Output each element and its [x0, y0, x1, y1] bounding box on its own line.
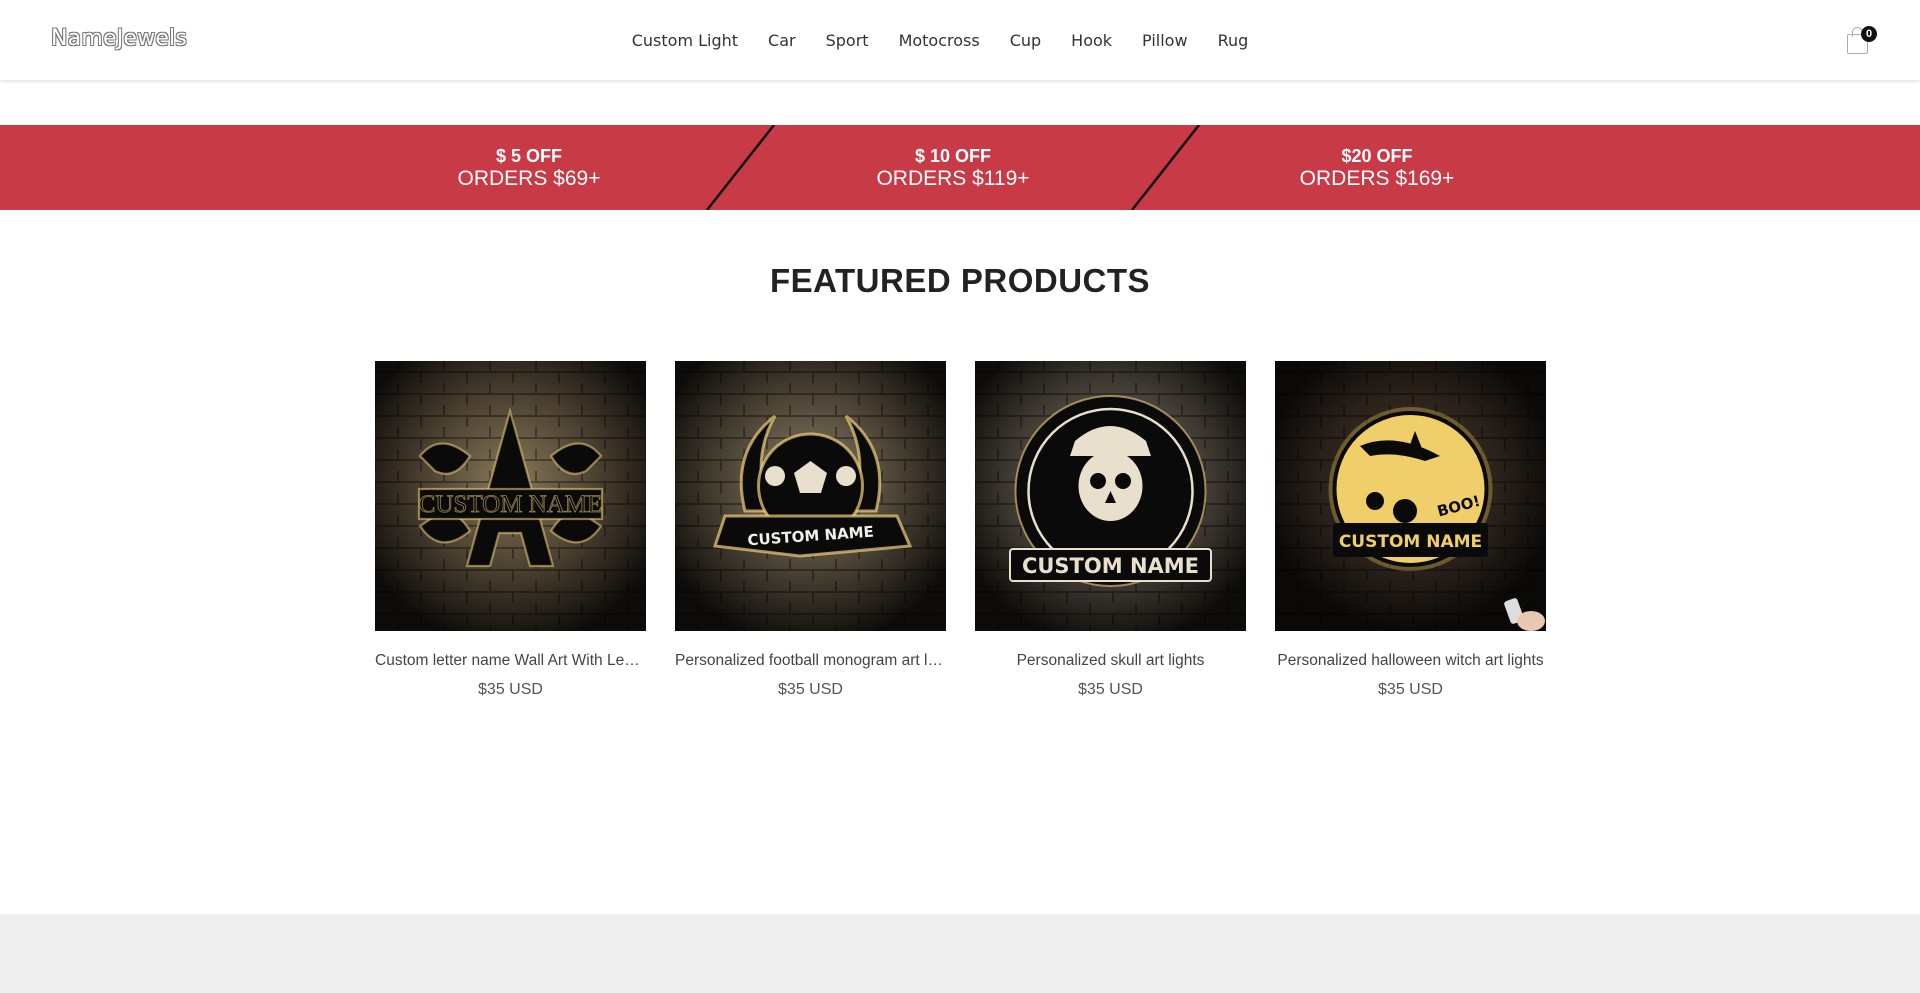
product-price: $35 USD [478, 681, 543, 698]
product-image: CUSTOM NAME [975, 361, 1246, 631]
product-card: CUSTOM NAME Personalized skull art light… [975, 361, 1246, 699]
product-image-text: CUSTOM NAME [1339, 532, 1482, 552]
product-card: CUSTOM NAME Custom letter name Wall Art … [375, 361, 646, 699]
product-card: CUSTOM NAME Personalized football monogr… [675, 361, 946, 699]
product-image-link[interactable]: CUSTOM NAME [375, 361, 646, 631]
site-header: NameJewels Custom Light Car Sport Motocr… [0, 0, 1920, 80]
promo-tier-3-threshold: ORDERS $169+ [1299, 167, 1455, 190]
site-logo[interactable]: NameJewels [51, 26, 187, 51]
product-image-link[interactable]: CUSTOM NAME [975, 361, 1246, 631]
cart-button[interactable]: 0 [1845, 26, 1877, 56]
nav-item-car[interactable]: Car [768, 31, 796, 50]
product-image: CUSTOM NAME BOO! [1275, 361, 1546, 631]
promo-tier-2-threshold: ORDERS $119+ [876, 167, 1030, 190]
promo-tier-2-discount: $ 10 OFF [914, 146, 992, 166]
site-footer [0, 914, 1920, 993]
product-image-link[interactable]: CUSTOM NAME [675, 361, 946, 631]
promo-tier-2: $ 10 OFF ORDERS $119+ [803, 146, 1103, 191]
product-price: $35 USD [1078, 681, 1143, 698]
promo-tier-1-threshold: ORDERS $69+ [457, 167, 601, 190]
product-title[interactable]: Personalized football monogram art light… [675, 652, 946, 670]
promo-tier-3-discount: $20 OFF [1341, 146, 1413, 166]
promo-banner: $ 5 OFF ORDERS $69+ $ 10 OFF ORDERS $119… [0, 125, 1920, 210]
section-title: FEATURED PRODUCTS [769, 262, 1151, 299]
nav-item-motocross[interactable]: Motocross [899, 31, 980, 50]
main-nav: Custom Light Car Sport Motocross Cup Hoo… [0, 0, 1920, 80]
nav-item-pillow[interactable]: Pillow [1142, 31, 1188, 50]
nav-item-cup[interactable]: Cup [1010, 31, 1041, 50]
promo-tier-1: $ 5 OFF ORDERS $69+ [379, 146, 679, 191]
product-image: CUSTOM NAME [675, 361, 946, 631]
promo-tier-3: $20 OFF ORDERS $169+ [1227, 146, 1527, 191]
nav-item-custom-light[interactable]: Custom Light [632, 31, 738, 50]
product-price: $35 USD [1378, 681, 1443, 698]
nav-item-hook[interactable]: Hook [1071, 31, 1112, 50]
cart-count-badge: 0 [1861, 26, 1877, 42]
nav-item-rug[interactable]: Rug [1218, 31, 1249, 50]
nav-item-sport[interactable]: Sport [826, 31, 869, 50]
product-title[interactable]: Personalized skull art lights [975, 652, 1246, 670]
promo-tier-1-discount: $ 5 OFF [495, 146, 562, 166]
product-title[interactable]: Custom letter name Wall Art With Led Lig… [375, 652, 646, 670]
product-image-text: CUSTOM NAME [419, 491, 603, 518]
product-card: CUSTOM NAME BOO! Personalized halloween … [1275, 361, 1546, 699]
product-image-text: CUSTOM NAME [1022, 554, 1199, 578]
product-title[interactable]: Personalized halloween witch art lights [1275, 652, 1546, 670]
product-price: $35 USD [778, 681, 843, 698]
product-image: CUSTOM NAME [375, 361, 646, 631]
product-image-link[interactable]: CUSTOM NAME BOO! [1275, 361, 1546, 631]
